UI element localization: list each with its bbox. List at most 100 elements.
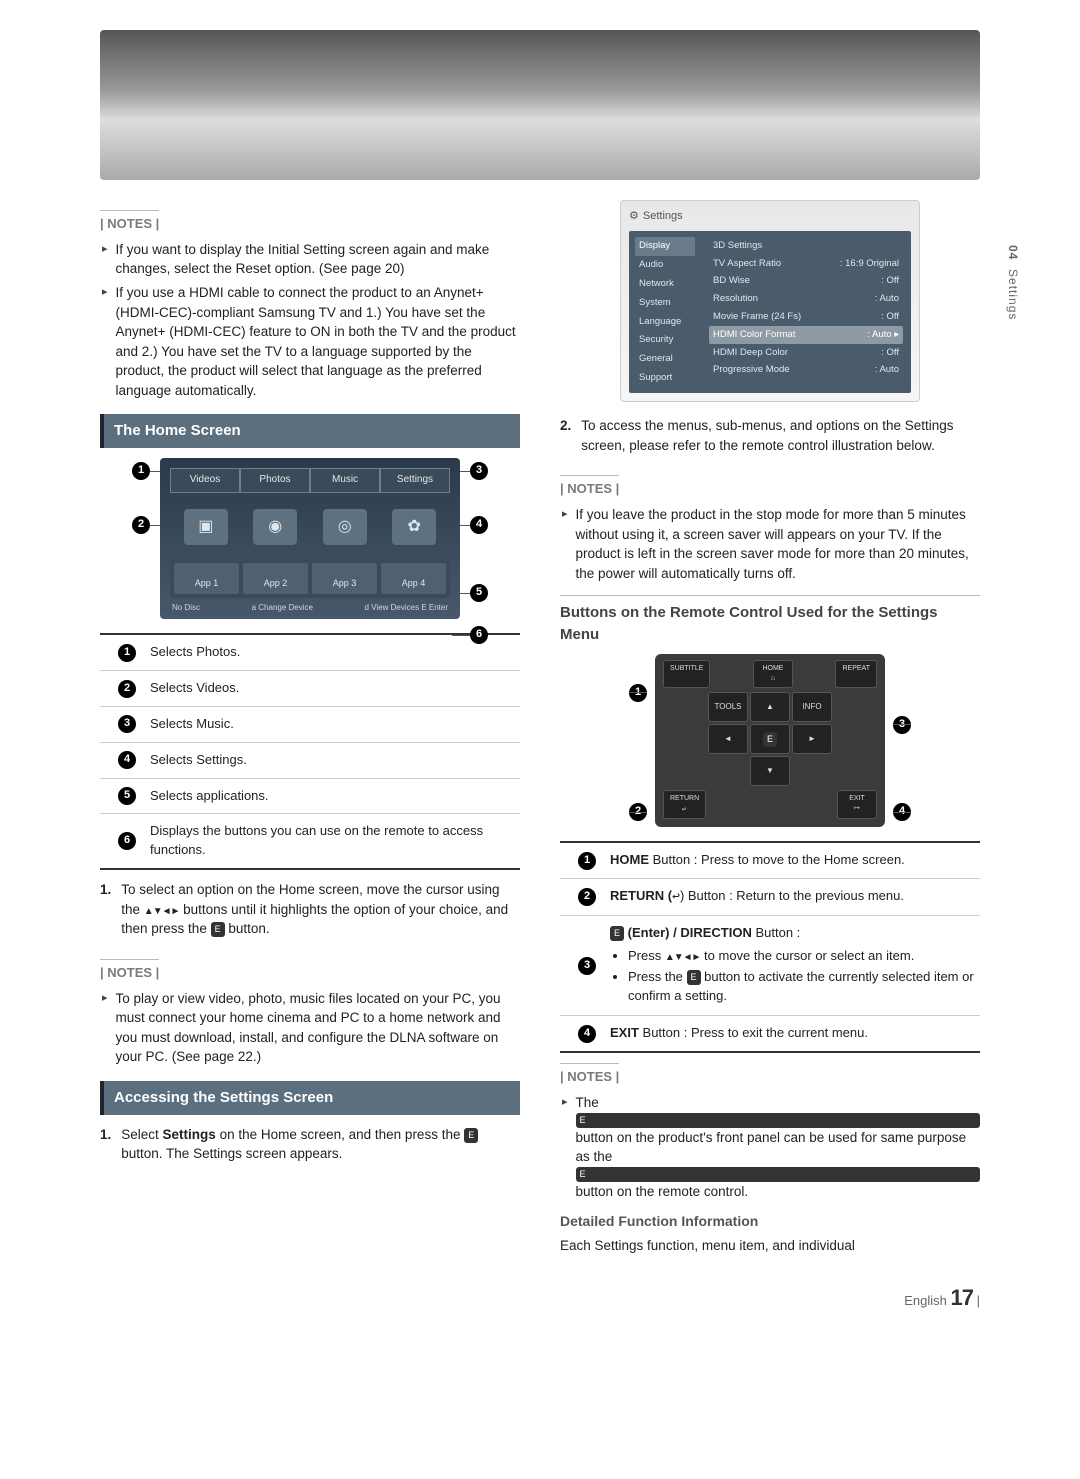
setting-val: : Auto ▸ bbox=[867, 328, 899, 342]
legend-index: 1 bbox=[578, 852, 596, 870]
tools-button[interactable]: TOOLS bbox=[708, 692, 748, 722]
enter-button[interactable]: E bbox=[750, 724, 790, 754]
menu-item-system[interactable]: System bbox=[635, 293, 695, 312]
home-tab-photos[interactable]: Photos bbox=[240, 468, 310, 492]
right-button[interactable]: ► bbox=[792, 724, 832, 754]
bd: Button : bbox=[752, 925, 800, 940]
home-button[interactable]: HOME⌂ bbox=[753, 660, 793, 688]
b: (Enter) / DIRECTION bbox=[624, 925, 752, 940]
status-no-disc: No Disc bbox=[172, 602, 200, 614]
chapter-banner bbox=[100, 30, 980, 180]
left-column: | NOTES | If you want to display the Ini… bbox=[100, 200, 520, 1255]
setting-row: HDMI Deep Color : Off bbox=[709, 344, 903, 362]
step-text: To select an option on the Home screen, … bbox=[121, 880, 520, 939]
setting-row: Movie Frame (24 Fs): Off bbox=[709, 308, 903, 326]
status-view-enter: d View Devices E Enter bbox=[365, 602, 448, 614]
legend-text: Selects Photos. bbox=[150, 643, 516, 662]
notes-list: The E button on the product's front pane… bbox=[562, 1093, 980, 1201]
arrow-glyphs: ▲▼◄► bbox=[144, 906, 180, 917]
setting-key[interactable]: HDMI Deep Color bbox=[713, 346, 788, 360]
note-text: The E button on the product's front pane… bbox=[576, 1093, 980, 1201]
setting-val: : Off bbox=[881, 346, 899, 360]
menu-item-security[interactable]: Security bbox=[635, 331, 695, 350]
exit-button[interactable]: EXIT↦ bbox=[837, 790, 877, 819]
setting-key[interactable]: Progressive Mode bbox=[713, 363, 790, 377]
setting-key[interactable]: HDMI Color Format bbox=[713, 328, 795, 342]
side-tab-label: Settings bbox=[1006, 269, 1020, 320]
t: button on the product's front panel can … bbox=[576, 1128, 980, 1167]
home-app[interactable]: App 3 bbox=[312, 563, 377, 594]
music-icon[interactable]: ◎ bbox=[323, 509, 367, 545]
notes-list: If you want to display the Initial Setti… bbox=[102, 240, 520, 401]
legend-text: Selects Settings. bbox=[150, 751, 516, 770]
legend-index: 5 bbox=[118, 787, 136, 805]
home-screen-illustration: 1 2 3 4 5 6 Videos Photos Music Settings… bbox=[160, 458, 460, 619]
step-text: Select Settings on the Home screen, and … bbox=[121, 1125, 520, 1164]
info-button[interactable]: INFO bbox=[792, 692, 832, 722]
b: EXIT bbox=[610, 1025, 639, 1040]
repeat-button[interactable]: REPEAT bbox=[835, 660, 877, 688]
home-tab-music[interactable]: Music bbox=[310, 468, 380, 492]
notes-heading: | NOTES | bbox=[560, 1063, 619, 1087]
setting-key[interactable]: 3D Settings bbox=[713, 239, 762, 253]
return-button[interactable]: RETURN↪ bbox=[663, 790, 706, 819]
t-bold: Settings bbox=[163, 1127, 216, 1142]
callout-1: 1 bbox=[132, 462, 150, 480]
legend-text: EXIT Button : Press to exit the current … bbox=[610, 1024, 976, 1043]
remote-illustration: 1 2 3 4 SUBTITLE HOME⌂ REPEAT TOOLS ▲ IN… bbox=[655, 654, 885, 828]
callout-3: 3 bbox=[893, 716, 911, 734]
lang: English bbox=[904, 1293, 947, 1308]
p: ) Button : Return to the previous menu. bbox=[680, 888, 904, 903]
menu-item-display[interactable]: Display bbox=[635, 237, 695, 256]
settings-title: Settings bbox=[643, 209, 683, 225]
home-app[interactable]: App 4 bbox=[381, 563, 446, 594]
lbl: INFO bbox=[802, 701, 821, 713]
lbl: EXIT bbox=[849, 795, 865, 802]
videos-icon[interactable]: ▣ bbox=[184, 509, 228, 545]
menu-item-audio[interactable]: Audio bbox=[635, 256, 695, 275]
subtitle-button[interactable]: SUBTITLE bbox=[663, 660, 710, 688]
down-button[interactable]: ▼ bbox=[750, 756, 790, 786]
step-number: 1. bbox=[100, 1125, 111, 1164]
ret-glyph: ↩ bbox=[672, 889, 680, 904]
legend-index: 3 bbox=[578, 957, 596, 975]
left-button[interactable]: ◄ bbox=[708, 724, 748, 754]
legend-index: 3 bbox=[118, 715, 136, 733]
detail-heading: Detailed Function Information bbox=[560, 1211, 980, 1231]
setting-key[interactable]: Movie Frame (24 Fs) bbox=[713, 310, 801, 324]
enter-icon: E bbox=[610, 926, 624, 941]
home-app[interactable]: App 2 bbox=[243, 563, 308, 594]
home-tab-settings[interactable]: Settings bbox=[380, 468, 450, 492]
t1: Select bbox=[121, 1127, 162, 1142]
photos-icon[interactable]: ◉ bbox=[253, 509, 297, 545]
home-app[interactable]: App 1 bbox=[174, 563, 239, 594]
section-title-home: The Home Screen bbox=[100, 414, 520, 448]
note-text: If you want to display the Initial Setti… bbox=[116, 240, 520, 279]
note-text: If you use a HDMI cable to connect the p… bbox=[116, 283, 520, 400]
menu-item-language[interactable]: Language bbox=[635, 312, 695, 331]
home-step-1: 1. To select an option on the Home scree… bbox=[100, 880, 520, 939]
callout-4: 4 bbox=[893, 803, 911, 821]
step-number: 1. bbox=[100, 880, 111, 939]
menu-item-network[interactable]: Network bbox=[635, 274, 695, 293]
menu-item-general[interactable]: General bbox=[635, 350, 695, 369]
setting-row: Resolution: Auto bbox=[709, 290, 903, 308]
settings-list: 3D Settings TV Aspect Ratio : 16:9 Origin… bbox=[701, 231, 911, 393]
side-tab: 04 Settings bbox=[1006, 245, 1020, 320]
right-column: ⚙Settings Display Audio Network System L… bbox=[560, 200, 980, 1255]
up-button[interactable]: ▲ bbox=[750, 692, 790, 722]
setting-val: : 16:9 Original bbox=[840, 257, 899, 271]
v: : Auto bbox=[867, 329, 891, 340]
step-number: 2. bbox=[560, 416, 571, 455]
setting-key[interactable]: BD Wise bbox=[713, 274, 750, 288]
lbl: RETURN bbox=[670, 795, 699, 802]
settings-icon[interactable]: ✿ bbox=[392, 509, 436, 545]
callout-6: 6 bbox=[470, 626, 488, 644]
setting-key[interactable]: Resolution bbox=[713, 292, 758, 306]
page-footer: English 17 | bbox=[100, 1285, 980, 1311]
home-tab-videos[interactable]: Videos bbox=[170, 468, 240, 492]
setting-row: TV Aspect Ratio : 16:9 Original bbox=[709, 255, 903, 273]
menu-item-support[interactable]: Support bbox=[635, 368, 695, 387]
setting-key[interactable]: TV Aspect Ratio bbox=[713, 257, 781, 271]
setting-row-selected: HDMI Color Format : Auto ▸ bbox=[709, 326, 903, 344]
